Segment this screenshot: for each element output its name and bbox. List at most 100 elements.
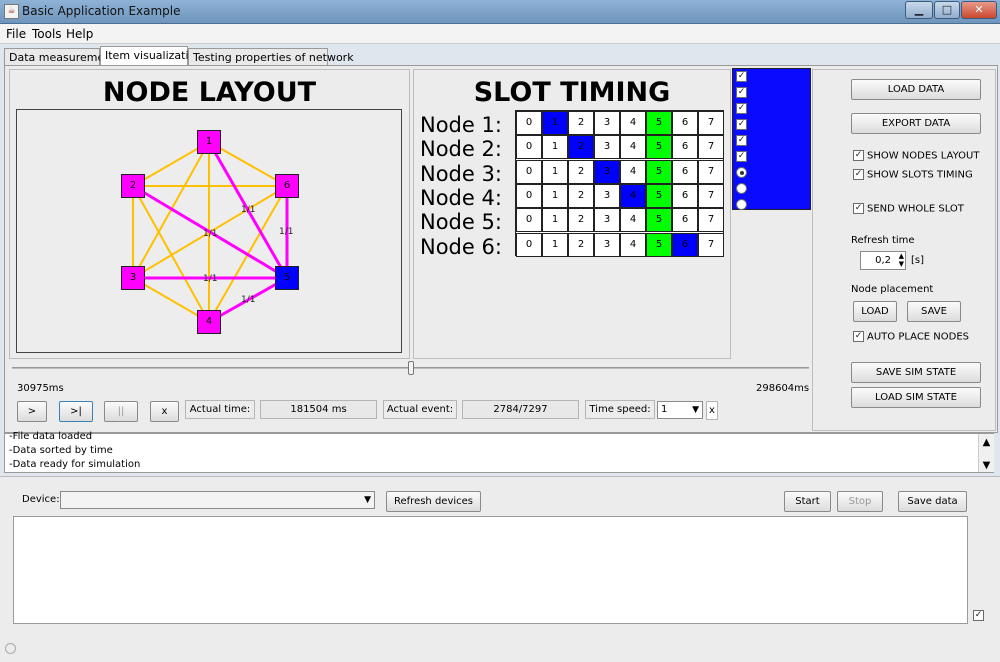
legend-radio[interactable]: None	[736, 198, 773, 213]
graph-node-2[interactable]: 2	[121, 174, 145, 198]
checkmark-icon: ✓	[736, 135, 747, 146]
step-button[interactable]: >|	[59, 401, 93, 422]
timeline-slider-thumb[interactable]	[407, 361, 414, 375]
refresh-devices-button[interactable]: Refresh devices	[386, 491, 481, 512]
start-button[interactable]: Start	[784, 491, 831, 512]
slot-cell: 3	[594, 232, 620, 257]
pause-button[interactable]: ||	[104, 401, 138, 422]
window-title: Basic Application Example	[22, 4, 181, 18]
checkmark-icon: ✓	[853, 203, 864, 214]
graph-node-label: 2	[129, 180, 137, 191]
slot-cell: 2	[568, 159, 594, 184]
autoscroll-checkbox[interactable]: ✓	[973, 608, 987, 621]
save-placement-button[interactable]: SAVE	[907, 301, 961, 322]
spinner-arrows-icon[interactable]: ▲ ▼	[899, 252, 904, 268]
show-nodes-layout-checkbox[interactable]: ✓ SHOW NODES LAYOUT	[853, 150, 979, 162]
auto-place-nodes-checkbox[interactable]: ✓ AUTO PLACE NODES	[853, 331, 969, 343]
legend-label: Node id 4	[750, 120, 794, 130]
slot-cell: 4	[620, 159, 646, 184]
stop-button[interactable]: x	[150, 401, 179, 422]
legend-node-checkbox[interactable]: ✓ Node id 5	[736, 134, 793, 149]
refresh-time-spinner[interactable]: 0,2 ▲ ▼	[860, 251, 906, 270]
device-select[interactable]: ▼	[60, 491, 375, 509]
edge-2-4	[132, 185, 210, 323]
slot-cell: 6	[672, 232, 698, 257]
close-button[interactable]: ✕	[961, 1, 997, 19]
stop-device-button[interactable]: Stop	[837, 491, 883, 512]
slot-cell: 7	[698, 208, 724, 233]
checkmark-icon: ✓	[736, 151, 747, 162]
slot-cell: 3	[594, 208, 620, 233]
graph-node-6[interactable]: 6	[275, 174, 299, 198]
time-speed-suffix: x	[706, 401, 718, 420]
slot-row-label: Node 5:	[420, 210, 502, 235]
graph-node-3[interactable]: 3	[121, 266, 145, 290]
time-speed-select[interactable]: 1 ▼	[657, 401, 703, 419]
graph-node-label: 3	[129, 272, 137, 283]
minimize-button[interactable]: ▁	[905, 1, 933, 19]
legend-node-checkbox[interactable]: ✓ Node id 1	[736, 70, 793, 85]
scroll-down-icon[interactable]: ▼	[979, 460, 994, 471]
slot-cell: 3	[594, 111, 620, 135]
scroll-up-icon[interactable]: ▲	[979, 437, 994, 448]
legend-label: Node id 5	[750, 136, 794, 146]
slot-cell: 6	[672, 135, 698, 160]
slot-cell: 5	[646, 183, 672, 208]
spinner-value: 0,2	[875, 255, 891, 266]
tab-testing-properties[interactable]: Testing properties of network	[188, 48, 354, 66]
status-indicator-icon	[5, 643, 16, 654]
slot-cell: 6	[672, 208, 698, 233]
export-data-button[interactable]: EXPORT DATA	[851, 113, 981, 134]
slot-cell: 1	[542, 135, 568, 160]
legend-radio[interactable]: User	[736, 166, 771, 181]
graph-node-label: 5	[283, 272, 291, 283]
slot-cell: 7	[698, 135, 724, 160]
log-area[interactable]: -File data loaded -Data sorted by time -…	[4, 431, 994, 473]
tab-data-measurement[interactable]: Data measurement	[4, 48, 116, 66]
legend-label: Node id 2	[750, 88, 794, 98]
slot-row-label: Node 2:	[420, 137, 502, 162]
slot-row-label: Node 3:	[420, 161, 502, 186]
slot-cell: 0	[516, 135, 542, 160]
load-placement-button[interactable]: LOAD	[853, 301, 897, 322]
slot-cell: 7	[698, 111, 724, 135]
show-slots-timing-checkbox[interactable]: ✓ SHOW SLOTS TIMING	[853, 169, 973, 181]
slot-cell: 7	[698, 232, 724, 257]
play-button[interactable]: >	[17, 401, 47, 422]
title-bar: ☕ Basic Application Example ▁ □ ✕	[0, 0, 1000, 24]
slot-timing-title: SLOT TIMING	[473, 77, 671, 108]
edge-label: 1/1	[241, 205, 256, 215]
refresh-unit-label: [s]	[911, 255, 925, 266]
slot-cell: 1	[542, 183, 568, 208]
graph-node-5[interactable]: 5	[275, 266, 299, 290]
legend-node-checkbox[interactable]: ✓ Node id 4	[736, 118, 793, 133]
device-label: Device:	[22, 494, 60, 505]
slot-cell: 4	[620, 208, 646, 233]
legend-node-checkbox[interactable]: ✓ Node id 2	[736, 86, 793, 101]
log-scrollbar[interactable]: ▲ ▼	[978, 434, 994, 472]
maximize-button[interactable]: □	[934, 1, 960, 19]
menu-help[interactable]: Help	[66, 27, 93, 41]
send-whole-slot-checkbox[interactable]: ✓ SEND WHOLE SLOT	[853, 203, 964, 215]
menu-tools[interactable]: Tools	[32, 27, 62, 41]
graph-node-4[interactable]: 4	[197, 310, 221, 334]
node-layout-canvas[interactable]: 1 2 6 3 5 4 1/1 1/1 1/1 1/1 1/1	[16, 109, 402, 353]
legend-radio[interactable]: All	[736, 182, 761, 197]
save-sim-state-button[interactable]: SAVE SIM STATE	[851, 362, 981, 383]
legend-node-checkbox[interactable]: ✓ Node id 3	[736, 102, 793, 117]
slot-cell: 1	[542, 232, 568, 257]
legend-label: All	[750, 184, 762, 194]
tab-item-visualization[interactable]: Item visualization	[100, 46, 202, 66]
menu-file[interactable]: File	[6, 27, 26, 41]
graph-node-label: 4	[205, 316, 213, 327]
timeline-end-label: 298604ms	[756, 383, 810, 394]
save-data-button[interactable]: Save data	[898, 491, 967, 512]
graph-node-1[interactable]: 1	[197, 130, 221, 154]
legend-label: User	[750, 168, 771, 178]
edge-label: 1/1	[203, 229, 218, 239]
load-sim-state-button[interactable]: LOAD SIM STATE	[851, 387, 981, 408]
device-output-area[interactable]	[13, 516, 968, 624]
legend-node-checkbox[interactable]: ✓ Node id 6	[736, 150, 793, 165]
radio-icon	[736, 183, 747, 194]
load-data-button[interactable]: LOAD DATA	[851, 79, 981, 100]
